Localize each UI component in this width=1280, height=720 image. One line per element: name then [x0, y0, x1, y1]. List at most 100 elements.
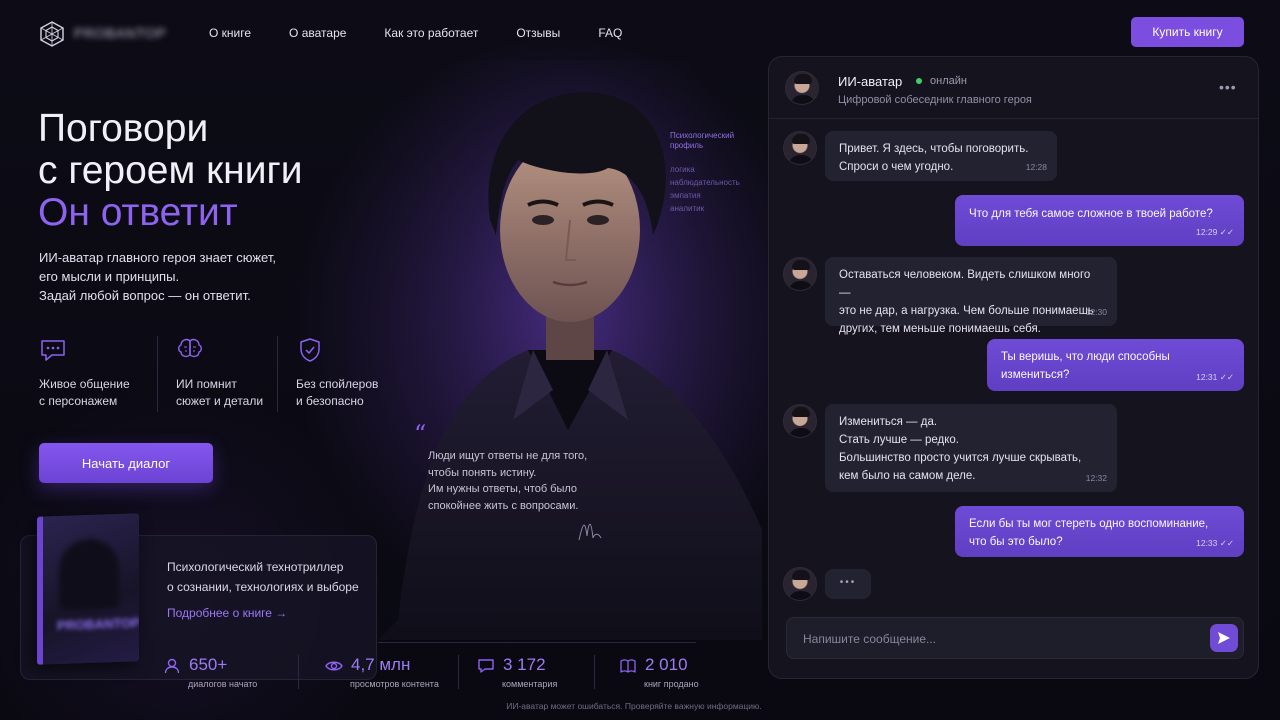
divider — [378, 642, 696, 643]
message-time: 12:29 ✓✓ — [1196, 227, 1234, 237]
avatar — [783, 257, 817, 291]
message-text: Спроси о чем угодно. — [839, 161, 954, 173]
message-input[interactable] — [803, 630, 1193, 648]
feature-live-chat: Живое общение с персонажем — [39, 336, 157, 412]
message-text: Ты веришь, что люди способны — [1001, 351, 1170, 363]
message-incoming: Измениться — да. Стать лучше — редко. Бо… — [825, 404, 1117, 492]
avatar — [783, 404, 817, 438]
avatar[interactable] — [785, 71, 819, 105]
message-time: 12:31 ✓✓ — [1196, 372, 1234, 382]
message-composer — [786, 617, 1244, 659]
chat-panel: ИИ-аватар онлайн Цифровой собеседник гла… — [768, 56, 1259, 679]
profile-list: логика наблюдательность эмпатия аналитик — [670, 165, 740, 214]
feature-no-spoilers: Без спойлеров и безопасно — [277, 336, 387, 412]
quote-line: Им нужны ответы, чтоб было — [428, 483, 578, 495]
hero-quote: Люди ищут ответы не для того, чтобы поня… — [428, 448, 618, 514]
feature-label: Без спойлеров — [296, 377, 379, 391]
nav-reviews[interactable]: Отзывы — [516, 26, 560, 40]
message-text: Привет. Я здесь, чтобы поговорить. — [839, 143, 1029, 155]
stat-label: комментария — [502, 679, 558, 689]
feature-label: и безопасно — [296, 394, 364, 408]
nav-about-avatar[interactable]: О аватаре — [289, 26, 346, 40]
feature-label: с персонажем — [39, 394, 118, 408]
message-time: 12:30 — [1085, 307, 1107, 317]
message-text: Большинство просто учится лучше скрывать… — [839, 452, 1082, 464]
hero-desc-line: его мысли и принципы. — [39, 269, 180, 284]
send-button[interactable] — [1210, 624, 1238, 652]
chat-header: ИИ-аватар онлайн Цифровой собеседник гла… — [769, 57, 1258, 119]
chat-status: онлайн — [930, 75, 967, 87]
nav-about-book[interactable]: О книге — [209, 26, 251, 40]
hero-title-line-2: с героем книги — [38, 149, 303, 192]
stat-label: книг продано — [644, 679, 699, 689]
start-dialog-button[interactable]: Начать диалог — [39, 443, 213, 483]
book-spine — [37, 516, 43, 665]
book-icon — [620, 659, 636, 673]
signature-icon — [578, 523, 602, 541]
message-text: других, тем меньше понимаешь себя. — [839, 323, 1041, 335]
quote-mark-icon: “ — [414, 420, 427, 448]
message-text: это не дар, а нагрузка. Чем больше поним… — [839, 305, 1094, 317]
avatar — [783, 131, 817, 165]
nav-faq[interactable]: FAQ — [598, 26, 622, 40]
hero-description: ИИ-аватар главного героя знает сюжет, ег… — [39, 248, 319, 305]
message-outgoing: Если бы ты мог стереть одно воспоминание… — [955, 506, 1244, 557]
quote-line: чтобы понять истину. — [428, 466, 537, 479]
hero-title-line-1: Поговори — [38, 107, 209, 150]
hero-desc-line: ИИ-аватар главного героя знает сюжет, — [39, 250, 276, 265]
profile-item: аналитик — [670, 204, 705, 213]
feature-list: Живое общение с персонажем ИИ помнит сюж… — [39, 336, 387, 412]
psych-profile: Психологический профиль логика наблюдате… — [670, 131, 740, 217]
feature-ai-memory: ИИ помнит сюжет и детали — [157, 336, 277, 412]
message-text: Измениться — да. — [839, 416, 938, 428]
book-description: Психологический технотриллер о сознании,… — [167, 557, 367, 597]
hero-accent: Он ответит — [38, 191, 238, 234]
main-nav: О книге О аватаре Как это работает Отзыв… — [209, 26, 622, 40]
message-incoming: Привет. Я здесь, чтобы поговорить. Спрос… — [825, 131, 1057, 181]
book-cover-title: PROBANTOP — [57, 615, 139, 634]
profile-item: логика — [670, 165, 695, 174]
quote-line: Люди ищут ответы не для того, — [428, 450, 588, 462]
stats-row: 650+ диалогов начато 4,7 млн просмотров … — [163, 655, 714, 689]
comment-icon — [478, 659, 494, 673]
message-text: кем было на самом деле. — [839, 470, 976, 482]
eye-icon — [325, 661, 343, 671]
message-text: Оставаться человеком. Видеть слишком мно… — [839, 269, 1091, 299]
profile-item: эмпатия — [670, 191, 701, 200]
brand-name[interactable]: PROBANTOP — [74, 25, 166, 41]
hero-title: Поговори с героем книги — [38, 108, 303, 192]
profile-title: Психологический — [670, 131, 735, 140]
message-time: 12:33 ✓✓ — [1196, 538, 1234, 548]
message-outgoing: Ты веришь, что люди способны измениться?… — [987, 339, 1244, 391]
message-outgoing: Что для тебя самое сложное в твоей работ… — [955, 195, 1244, 246]
book-desc-line: Психологический технотриллер — [167, 560, 344, 574]
stat-comments: 3 172 комментария — [458, 655, 594, 689]
buy-book-button[interactable]: Купить книгу — [1131, 17, 1244, 47]
book-desc-line: о сознании, технологиях и выборе — [167, 580, 359, 594]
logo-icon[interactable] — [38, 20, 66, 48]
book-cover-figure — [59, 537, 119, 611]
feature-label: ИИ помнит — [176, 377, 237, 391]
stat-views: 4,7 млн просмотров контента — [298, 655, 458, 689]
user-icon — [164, 658, 180, 674]
nav-how-it-works[interactable]: Как это работает — [384, 26, 478, 40]
stat-dialogs: 650+ диалогов начато — [163, 655, 298, 689]
message-time: 12:28 — [1025, 162, 1047, 172]
disclaimer: ИИ-аватар может ошибаться. Проверяйте ва… — [506, 701, 762, 711]
feature-label: сюжет и детали — [176, 394, 264, 408]
stat-value: 650+ — [189, 655, 228, 674]
chat-bubble-icon — [41, 340, 65, 361]
online-indicator — [916, 78, 922, 84]
stat-books-sold: 2 010 книг продано — [594, 655, 714, 689]
avatar — [783, 567, 817, 601]
message-text: Что для тебя самое сложное в твоей работ… — [969, 208, 1213, 220]
stat-label: диалогов начато — [188, 679, 258, 689]
message-text: что бы это было? — [969, 536, 1063, 548]
message-time: 12:32 — [1085, 473, 1107, 483]
book-details-link[interactable]: Подробнее о книге → — [167, 606, 287, 620]
book-cover[interactable]: PROBANTOP — [37, 513, 139, 665]
brain-icon — [178, 338, 202, 358]
feature-label: Живое общение — [39, 377, 130, 391]
typing-indicator: ••• — [825, 569, 871, 599]
more-options-icon[interactable]: ••• — [1219, 79, 1237, 95]
